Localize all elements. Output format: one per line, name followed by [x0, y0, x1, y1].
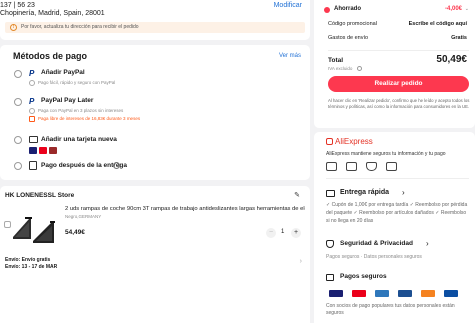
card-label: Añadir una tarjeta nueva	[41, 136, 117, 143]
section-divider	[326, 178, 469, 179]
payment-option-cod[interactable]: Pago después de la entrega ?	[0, 159, 310, 173]
warning-icon: !	[10, 24, 17, 31]
promo-icon	[29, 116, 35, 122]
secure-payments-title: Pagos seguros	[340, 273, 387, 280]
shipping-label: Gastos de envío	[328, 35, 369, 41]
aliexpress-logo: AliExpress	[335, 137, 373, 146]
delivery-truck-icon	[326, 162, 337, 171]
safekey-icon	[398, 290, 412, 297]
visa-icon	[329, 290, 343, 297]
aliexpress-logo-icon	[326, 138, 333, 145]
radio-paypal-later[interactable]	[14, 98, 22, 106]
credit-card-icon	[29, 136, 38, 143]
info-icon	[29, 108, 35, 114]
mastercard-icon	[39, 147, 47, 154]
promo-row[interactable]: Código promocional Escribe el código aqu…	[314, 21, 475, 29]
product-checkbox[interactable]	[4, 221, 11, 228]
shipping-row: Gastos de envío Gratis	[314, 35, 475, 43]
mastercard-icon	[352, 290, 366, 297]
trust-feature-icons	[326, 161, 466, 172]
cash-icon	[29, 161, 37, 170]
chevron-down-icon[interactable]: ⌄	[465, 6, 469, 12]
total-value: 50,49€	[436, 54, 467, 65]
payment-option-card[interactable]: Añadir una tarjeta nueva	[0, 133, 310, 155]
shield-check-icon	[326, 240, 334, 248]
trust-card: AliExpress AliExpress mantiene seguros t…	[314, 132, 475, 323]
radio-cod[interactable]	[14, 162, 22, 170]
paypal-sub: Pago fácil, rápido y seguro con PayPal	[38, 80, 116, 85]
radio-paypal[interactable]	[14, 70, 22, 78]
quantity-stepper[interactable]: − 1 +	[266, 228, 301, 238]
secure-payments-body: Con socios de pago populares tus datos p…	[326, 303, 455, 316]
trust-tagline: AliExpress mantiene seguros tu informaci…	[326, 151, 446, 157]
paypal-later-sub: Paga con PayPal en 3 plazos sin interese…	[38, 108, 124, 113]
payment-methods-card: Métodos de pago Ver más P Añadir PayPal …	[0, 45, 310, 180]
payment-title: Métodos de pago	[13, 51, 87, 61]
order-summary-card: Ahorrado -4,00€ ⌄ Código promocional Esc…	[314, 0, 475, 128]
address-line-2: Chopinería, Madrid, Spain, 28001	[0, 10, 105, 17]
security-title[interactable]: Seguridad & Privacidad	[340, 240, 413, 247]
payment-option-paypal-later[interactable]: P PayPal Pay Later Paga con PayPal en 3 …	[0, 95, 310, 125]
radio-card[interactable]	[14, 136, 22, 144]
payment-brand-row	[329, 289, 469, 299]
modify-address-link[interactable]: Modificar	[274, 2, 302, 9]
place-order-button[interactable]: Realizar pedido	[328, 76, 469, 92]
total-label: Total	[328, 57, 344, 64]
security-body: Pagos seguros · Datos personales seguros	[326, 254, 422, 260]
jcb-icon	[444, 290, 458, 297]
store-card: HK LONENESSL Store ✎ 2 uds rampas de coc…	[0, 186, 310, 323]
truck-icon	[326, 190, 335, 197]
discover-icon	[421, 290, 435, 297]
promo-label: Código promocional	[328, 21, 377, 27]
chevron-right-icon[interactable]: ›	[426, 239, 429, 248]
edit-icon[interactable]: ✎	[294, 191, 300, 199]
fast-delivery-title[interactable]: Entrega rápida	[340, 189, 389, 196]
info-icon	[29, 80, 35, 86]
tax-note: IVA excluido	[328, 66, 353, 71]
payment-option-paypal[interactable]: P Añadir PayPal Pago fácil, rápido y seg…	[0, 65, 310, 89]
savings-label: Ahorrado	[334, 6, 361, 12]
paypal-later-promo: Paga libre de intereses de 16,83€ durant…	[38, 116, 141, 121]
paypal-label: Añadir PayPal	[41, 69, 85, 76]
address-line-1: 137 | 56 23	[0, 2, 35, 9]
quantity-increase-button[interactable]: +	[291, 228, 301, 238]
address-notice-text: Por favor, actualiza tu dirección para r…	[21, 24, 139, 30]
shipping-line: Envío: Envío gratis	[5, 257, 51, 263]
address-notice: ! Por favor, actualiza tu dirección para…	[5, 22, 305, 33]
fast-delivery-body: ✓ Cupón de 1,00€ por entrega tardía ✓ Re…	[326, 202, 468, 224]
paypal-later-icon: P	[29, 97, 35, 106]
delivery-line: Envío: 13 - 17 de MAR	[5, 264, 58, 270]
shield-icon	[366, 162, 377, 171]
savings-icon	[324, 7, 330, 13]
quantity-decrease-button[interactable]: −	[266, 228, 276, 238]
store-name[interactable]: HK LONENESSL Store	[5, 192, 74, 199]
legal-text: Al hacer clic en 'Realizar pedido', conf…	[328, 98, 470, 109]
product-variant[interactable]: Negro,GERMANY	[65, 214, 101, 219]
paypal-icon: P	[29, 69, 35, 78]
shipping-value: Gratis	[451, 35, 467, 41]
savings-row[interactable]: Ahorrado -4,00€ ⌄	[314, 6, 475, 14]
wallet-icon	[326, 274, 334, 281]
help-icon[interactable]: ?	[113, 162, 120, 169]
amex-icon	[375, 290, 389, 297]
address-card: 137 | 56 23 Chopinería, Madrid, Spain, 2…	[0, 0, 310, 40]
product-title[interactable]: 2 uds rampas de coche 90cm 3T rampas de …	[65, 206, 305, 212]
paypal-later-label: PayPal Pay Later	[41, 97, 94, 104]
quantity-value[interactable]: 1	[281, 229, 284, 235]
maestro-icon	[49, 147, 57, 154]
chevron-right-icon[interactable]: ›	[402, 188, 405, 197]
refund-icon	[346, 162, 357, 171]
see-more-link[interactable]: Ver más	[279, 53, 301, 59]
promo-input[interactable]: Escribe el código aquí	[409, 21, 467, 27]
visa-icon	[29, 147, 37, 154]
product-price: 54,49€	[65, 229, 85, 236]
info-icon[interactable]	[357, 66, 362, 71]
product-image[interactable]	[11, 205, 57, 245]
divider	[328, 50, 469, 51]
chevron-right-icon[interactable]: ›	[300, 258, 302, 265]
savings-value: -4,00€	[444, 6, 462, 12]
lock-icon	[386, 162, 397, 171]
